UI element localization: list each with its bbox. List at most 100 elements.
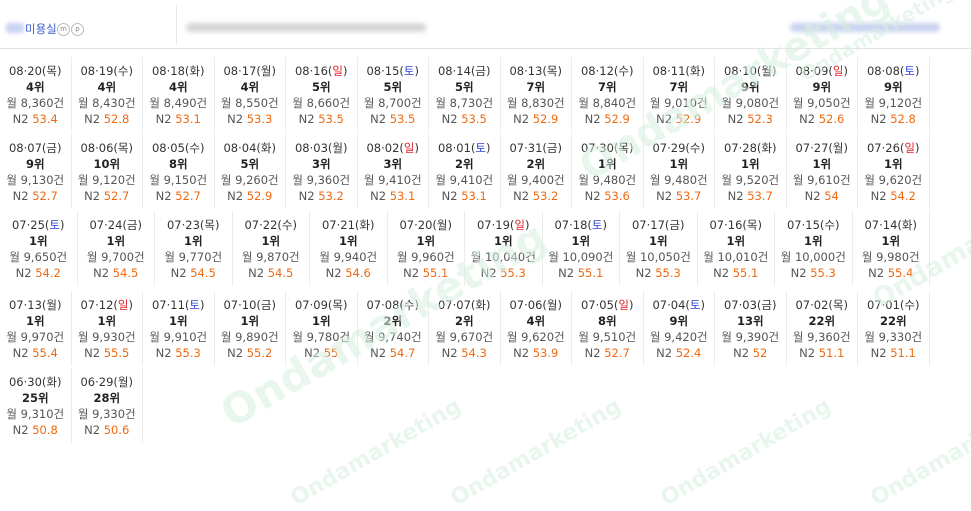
- date-md: 07·09(: [294, 298, 333, 312]
- grid-row: 07·13(월) 1위 월 9,970건 N2 55.4 07·12(일) 1위 월 9,9…: [0, 291, 930, 366]
- n2-value: 51.1: [818, 346, 845, 360]
- shop-name-link[interactable]: 미용실: [25, 21, 57, 37]
- date-label: 08·08(토): [866, 64, 920, 78]
- date-label: 06·30(화): [8, 375, 62, 389]
- n2-value: 52.7: [32, 189, 58, 203]
- n2-value: 54: [824, 189, 839, 203]
- p-badge-icon[interactable]: p: [71, 23, 84, 36]
- n2-value: 53.4: [32, 112, 58, 126]
- rank-value: 1위: [597, 157, 617, 171]
- n2-score: N2 54.5: [233, 265, 310, 281]
- n2-label: N2: [227, 189, 247, 203]
- n2-score: N2 50.8: [0, 422, 71, 438]
- n2-score: N2 52.7: [0, 188, 71, 204]
- n2-value: 53.2: [318, 189, 344, 203]
- n2-value: 50.6: [103, 423, 130, 437]
- date-label: 07·15(수): [786, 218, 840, 232]
- monthly-search-count: 월 8,830건: [506, 96, 565, 110]
- date-md: 07·24(: [89, 218, 127, 232]
- n2-value: 53.1: [389, 189, 416, 203]
- date-label: 06·29(월): [80, 375, 133, 389]
- rank-value: 10위: [93, 157, 121, 171]
- weekday: 일: [117, 298, 129, 312]
- day-cell: 08·12(수) 7위 월 8,840건 N2 52.9: [572, 57, 644, 132]
- day-cell: 07·26(일) 1위 월 9,620건 N2 54.2: [858, 134, 930, 209]
- n2-value: 53.5: [318, 112, 344, 126]
- date-label: 07·30(목): [580, 141, 634, 155]
- day-cell: 08·13(목) 7위 월 8,830건 N2 52.9: [501, 57, 572, 132]
- day-cell: 07·18(토) 1위 월 10,090건 N2 55.1: [543, 211, 620, 286]
- m-badge-icon[interactable]: m: [57, 23, 70, 36]
- date-label: 07·29(수): [652, 141, 705, 155]
- n2-score: N2 53.5: [429, 111, 500, 127]
- weekday: 금: [546, 141, 558, 155]
- monthly-search-count: 월 9,780건: [292, 330, 351, 344]
- date-md: 07·10(: [223, 298, 261, 312]
- n2-value: 52: [752, 346, 768, 360]
- weekday: 일: [332, 64, 343, 78]
- date-label: 07·10(금): [223, 298, 276, 312]
- weekday: 목: [332, 298, 343, 312]
- rank-value: 1위: [240, 314, 260, 328]
- n2-label: N2: [513, 346, 533, 360]
- date-md: 08·05(: [151, 141, 190, 155]
- monthly-search-count: 월 9,740건: [363, 330, 422, 344]
- n2-value: 52.7: [175, 189, 201, 203]
- n2-value: 52.7: [103, 189, 130, 203]
- date-md: 08·18(: [151, 64, 190, 78]
- rank-value: 1위: [416, 234, 436, 248]
- n2-label: N2: [713, 266, 733, 280]
- grid-row: 08·07(금) 9위 월 9,130건 N2 52.7 08·06(목) 10위 월 9,…: [0, 134, 930, 209]
- date-md: 07·07(: [437, 298, 476, 312]
- rank-value: 1위: [803, 234, 823, 248]
- n2-value: 55.3: [500, 266, 526, 280]
- date-md: 06·29(: [80, 375, 118, 389]
- monthly-search-count: 월 9,150건: [149, 173, 208, 187]
- date-md: 07·19(: [476, 218, 515, 232]
- monthly-search-count: 월 9,670건: [435, 330, 494, 344]
- day-cell: 07·29(수) 1위 월 9,480건 N2 53.7: [644, 134, 715, 209]
- n2-value: 55.1: [422, 266, 449, 280]
- n2-value: 54.2: [890, 189, 916, 203]
- day-cell: 07·16(목) 1위 월 10,010건 N2 55.1: [698, 211, 775, 286]
- date-md: 07·04(: [652, 298, 690, 312]
- monthly-search-count: 월 9,940건: [319, 250, 378, 264]
- day-cell: 08·07(금) 9위 월 9,130건 N2 52.7: [0, 134, 72, 209]
- date-label: 07·26(일): [866, 141, 920, 155]
- n2-value: 52.9: [532, 112, 559, 126]
- monthly-search-count: 월 8,550건: [220, 96, 279, 110]
- weekday: 일: [403, 141, 415, 155]
- weekday: 목: [546, 64, 558, 78]
- grid-row: 08·20(목) 4위 월 8,360건 N2 53.4 08·19(수) 4위 월 8,4…: [0, 57, 930, 132]
- monthly-search-count: 월 10,040건: [470, 250, 536, 264]
- n2-label: N2: [441, 346, 462, 360]
- weekday: 수: [281, 218, 293, 232]
- date-md: 07·14(: [864, 218, 902, 232]
- weekday: 목: [204, 218, 215, 232]
- date-md: 07·21(: [321, 218, 360, 232]
- n2-score: N2 52.7: [72, 188, 143, 204]
- date-label: 07·16(목): [709, 218, 762, 232]
- n2-score: N2 54.3: [429, 345, 500, 361]
- rank-value: 4위: [526, 314, 546, 328]
- n2-label: N2: [298, 189, 319, 203]
- weekday: 화: [46, 375, 57, 389]
- date-md: 07·08(: [366, 298, 404, 312]
- n2-value: 55.2: [246, 346, 273, 360]
- day-cell: 08·05(수) 8위 월 9,150건 N2 52.7: [143, 134, 215, 209]
- rank-value: 9위: [740, 80, 760, 94]
- n2-score: N2 52.9: [572, 111, 643, 127]
- date-label: 07·28(화): [723, 141, 777, 155]
- n2-value: 50.8: [32, 423, 58, 437]
- rank-value: 25위: [21, 391, 49, 405]
- weekday: 토: [591, 218, 603, 232]
- date-label: 08·17(월): [223, 64, 276, 78]
- day-cell: 08·17(월) 4위 월 8,550건 N2 53.3: [215, 57, 286, 132]
- date-label: 08·09(일): [795, 64, 848, 78]
- rank-value: 1위: [97, 314, 117, 328]
- weekday: 금: [260, 298, 272, 312]
- weekday: 일: [514, 218, 525, 232]
- n2-score: N2 52.7: [572, 345, 643, 361]
- n2-score: N2 55.3: [465, 265, 542, 281]
- day-cell: 07·22(수) 1위 월 9,870건 N2 54.5: [233, 211, 310, 286]
